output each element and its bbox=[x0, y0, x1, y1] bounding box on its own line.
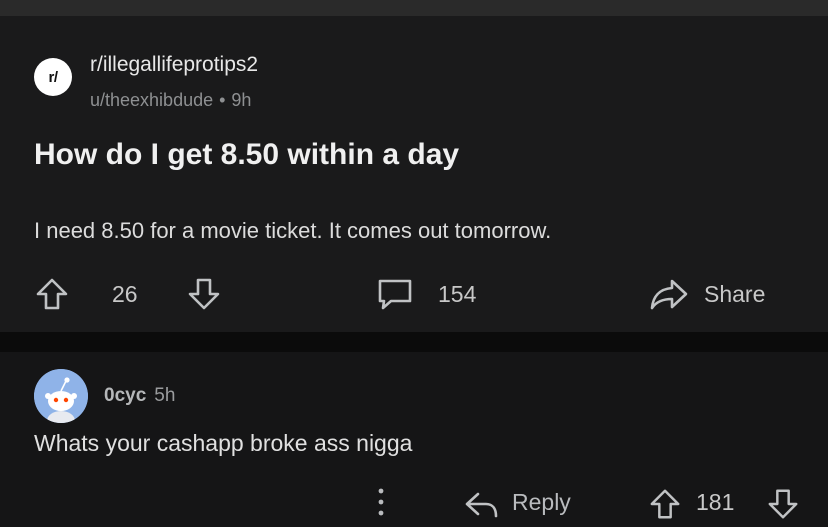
snoo-avatar-icon bbox=[34, 369, 88, 423]
comment-downvote-button[interactable] bbox=[766, 487, 800, 526]
comment-age: 5h bbox=[154, 385, 176, 406]
comment-bubble-icon bbox=[378, 279, 412, 310]
downvote-button[interactable] bbox=[186, 276, 222, 312]
section-divider bbox=[0, 332, 828, 352]
subreddit-icon[interactable]: r/ bbox=[34, 58, 72, 96]
arrow-up-icon bbox=[650, 489, 680, 519]
post-author[interactable]: u/theexhibdude bbox=[90, 90, 213, 110]
share-button[interactable] bbox=[648, 276, 690, 312]
reply-label[interactable]: Reply bbox=[512, 489, 571, 516]
subreddit-name[interactable]: r/illegallifeprotips2 bbox=[90, 53, 258, 77]
comment-score: 181 bbox=[696, 489, 735, 515]
top-bar bbox=[0, 0, 828, 16]
more-vertical-icon bbox=[378, 488, 384, 516]
arrow-up-icon bbox=[36, 278, 68, 310]
comment-text: Whats your cashapp broke ass nigga bbox=[34, 430, 413, 456]
arrow-down-icon bbox=[188, 278, 220, 310]
post-age: 9h bbox=[231, 90, 252, 110]
post-title[interactable]: How do I get 8.50 within a day bbox=[34, 138, 459, 172]
comment-count: 154 bbox=[438, 281, 477, 307]
share-arrow-icon bbox=[650, 279, 688, 310]
comment-username[interactable]: 0cyc bbox=[104, 385, 146, 406]
avatar[interactable] bbox=[34, 369, 88, 423]
post-body: I need 8.50 for a movie ticket. It comes… bbox=[34, 218, 552, 243]
reply-button[interactable] bbox=[464, 490, 500, 525]
comment-upvote-button[interactable] bbox=[648, 487, 682, 526]
meta-separator: • bbox=[219, 90, 226, 110]
reply-arrow-icon bbox=[465, 492, 498, 518]
share-label[interactable]: Share bbox=[704, 281, 765, 308]
post-meta: u/theexhibdude • 9h bbox=[90, 90, 251, 111]
upvote-button[interactable] bbox=[34, 276, 70, 312]
comment-meta: 0cyc 5h bbox=[104, 385, 175, 407]
subreddit-icon-text: r/ bbox=[48, 68, 58, 86]
arrow-down-icon bbox=[768, 489, 798, 519]
comments-button[interactable] bbox=[376, 276, 414, 312]
post-score: 26 bbox=[112, 281, 138, 307]
more-options-button[interactable] bbox=[374, 486, 388, 523]
